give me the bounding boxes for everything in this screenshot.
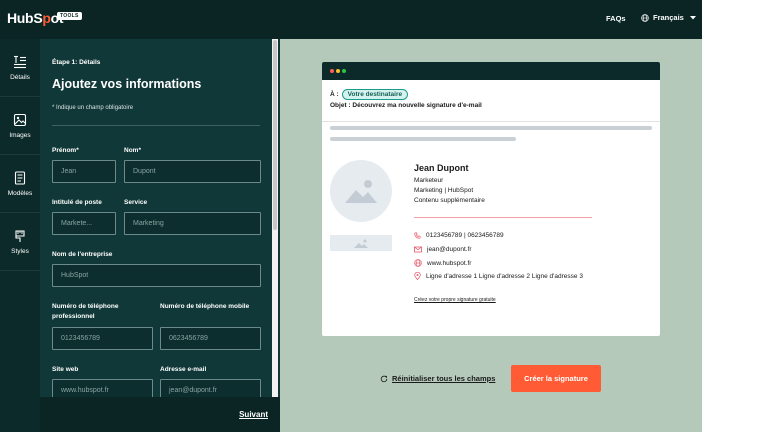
department-label: Service (124, 199, 148, 206)
rail-label-styles: Styles (11, 247, 29, 255)
image-placeholder-icon (354, 239, 368, 248)
window-dot-red (330, 69, 334, 73)
phone-label-line1: Numéro de téléphone (52, 303, 119, 310)
company-logo-placeholder (330, 235, 392, 251)
signature-website-row: www.hubspot.fr (414, 259, 471, 267)
form-scrollbar-thumb[interactable] (273, 40, 277, 230)
form-footer: Suivant (40, 397, 280, 432)
mail-icon (414, 246, 422, 253)
reset-label: Réinitialiser tous les champs (392, 374, 496, 383)
app-frame: HubSpot TOOLS FAQs Français Détails Imag… (0, 0, 702, 432)
rail-item-details[interactable]: Détails (0, 39, 40, 97)
company-input[interactable]: HubSpot (52, 264, 261, 287)
phone-label-line2: professionnel (52, 313, 95, 320)
profile-photo-placeholder (330, 160, 392, 222)
rail-label-images: Images (9, 131, 31, 139)
step-label: Étape 1: Détails (52, 59, 101, 66)
signature-job: Marketeur (414, 177, 444, 184)
faqs-link[interactable]: FAQs (606, 14, 626, 23)
next-button[interactable]: Suivant (239, 410, 268, 419)
location-pin-icon (414, 272, 421, 280)
details-icon (14, 55, 26, 68)
signature-email-row: jean@dupont.fr (414, 246, 472, 253)
signature-promo-link[interactable]: Créez votre propre signature gratuite (414, 297, 496, 303)
phone-input[interactable]: 0123456789 (52, 327, 153, 350)
rail-label-details: Détails (10, 73, 30, 81)
job-title-input[interactable]: Markete... (52, 212, 116, 235)
first-name-input[interactable]: Jean (52, 160, 116, 183)
form-divider (52, 125, 260, 126)
signature-website: www.hubspot.fr (427, 259, 472, 267)
body-placeholder-bar (330, 137, 516, 141)
left-rail: Détails Images Modèles Styles (0, 39, 40, 432)
to-label: À : (330, 91, 339, 98)
window-dot-green (342, 69, 346, 73)
signature-phones: 0123456789 | 0623456789 (426, 232, 504, 239)
signature-department-company: Marketing | HubSpot (414, 187, 474, 194)
language-selector[interactable]: Français (641, 13, 698, 22)
header-divider (322, 121, 660, 122)
required-note: * Indique un champ obligatoire (52, 105, 134, 111)
body-placeholder-bar (330, 126, 652, 130)
image-placeholder-icon (345, 180, 377, 203)
signature-address-row: Ligne d'adresse 1 Ligne d'adresse 2 Lign… (414, 272, 583, 280)
signature-divider (414, 217, 592, 218)
signature-address: Ligne d'adresse 1 Ligne d'adresse 2 Lign… (426, 272, 583, 280)
email-preview-card: À : Votre destinataire Objet : Découvrez… (322, 62, 660, 336)
recipient-pill: Votre destinataire (341, 89, 409, 100)
mobile-label: Numéro de téléphone mobile (160, 303, 250, 310)
website-label: Site web (52, 366, 79, 373)
hubspot-logo[interactable]: HubSpot (7, 10, 64, 26)
signature-phone-row: 0123456789 | 0623456789 (414, 232, 504, 239)
signature-extra: Contenu supplémentaire (414, 197, 485, 204)
paint-icon (15, 229, 25, 242)
first-name-label: Prénom* (52, 147, 79, 154)
create-signature-button[interactable]: Créer la signature (511, 365, 601, 392)
recipient-line: À : Votre destinataire (330, 89, 409, 100)
job-title-label: Intitulé de poste (52, 199, 102, 206)
template-icon (14, 170, 26, 185)
chevron-down-icon (689, 15, 696, 19)
phone-icon (414, 232, 421, 239)
last-name-label: Nom* (124, 147, 141, 154)
rail-item-images[interactable]: Images (0, 97, 40, 155)
reset-fields-button[interactable]: Réinitialiser tous les champs (380, 374, 495, 383)
image-icon (13, 113, 27, 126)
rail-item-templates[interactable]: Modèles (0, 155, 40, 213)
phone-label: Numéro de téléphone professionnel (52, 302, 118, 322)
language-label: Français (653, 13, 684, 22)
logo-text: HubS (7, 10, 43, 26)
company-label: Nom de l'entreprise (52, 251, 113, 258)
window-dot-yellow (336, 69, 340, 73)
window-bar (322, 62, 660, 80)
mobile-input[interactable]: 0623456789 (160, 327, 261, 350)
refresh-icon (380, 375, 388, 382)
globe-icon (641, 13, 649, 22)
logo-accent: p (42, 10, 51, 26)
last-name-input[interactable]: Dupont (124, 160, 261, 183)
form-panel: Étape 1: Détails Ajoutez vos information… (40, 39, 280, 432)
form-title: Ajoutez vos informations (52, 77, 202, 91)
signature-name: Jean Dupont (414, 163, 469, 173)
signature-preview-area: À : Votre destinataire Objet : Découvrez… (280, 39, 702, 432)
signature-email: jean@dupont.fr (427, 246, 472, 253)
top-bar: HubSpot TOOLS FAQs Français (0, 0, 702, 39)
rail-item-styles[interactable]: Styles (0, 213, 40, 271)
rail-label-templates: Modèles (7, 189, 33, 197)
email-label: Adresse e-mail (160, 366, 207, 373)
tools-badge: TOOLS (57, 12, 82, 20)
globe-icon (414, 259, 422, 267)
email-subject: Objet : Découvrez ma nouvelle signature … (330, 102, 482, 109)
department-input[interactable]: Marketing (124, 212, 261, 235)
